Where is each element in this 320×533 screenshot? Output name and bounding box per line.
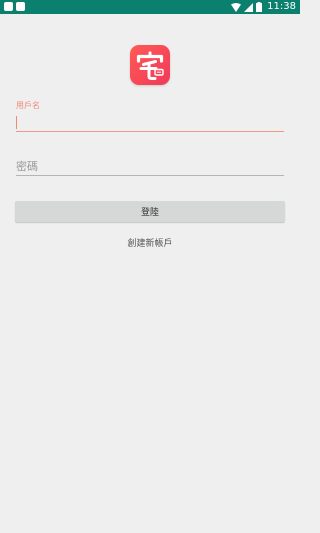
- status-icons: 11:38: [231, 0, 296, 14]
- status-time: 11:38: [267, 1, 296, 12]
- battery-icon: [256, 2, 263, 12]
- password-input[interactable]: [16, 157, 284, 176]
- status-bar: 11:38: [0, 0, 300, 14]
- text-cursor: [16, 116, 17, 129]
- signal-icon: [244, 2, 254, 12]
- create-account-link[interactable]: 創建新帳戶: [0, 238, 300, 250]
- notification-area: [4, 2, 25, 11]
- wifi-icon: [231, 2, 242, 12]
- notification-icon: [16, 2, 25, 11]
- username-label: 用戶名: [16, 101, 40, 110]
- login-button[interactable]: 登陸: [15, 201, 285, 222]
- notification-icon: [4, 2, 13, 11]
- username-input[interactable]: [16, 113, 284, 132]
- logo-glyph: [136, 51, 164, 80]
- app-logo-icon: [130, 45, 170, 85]
